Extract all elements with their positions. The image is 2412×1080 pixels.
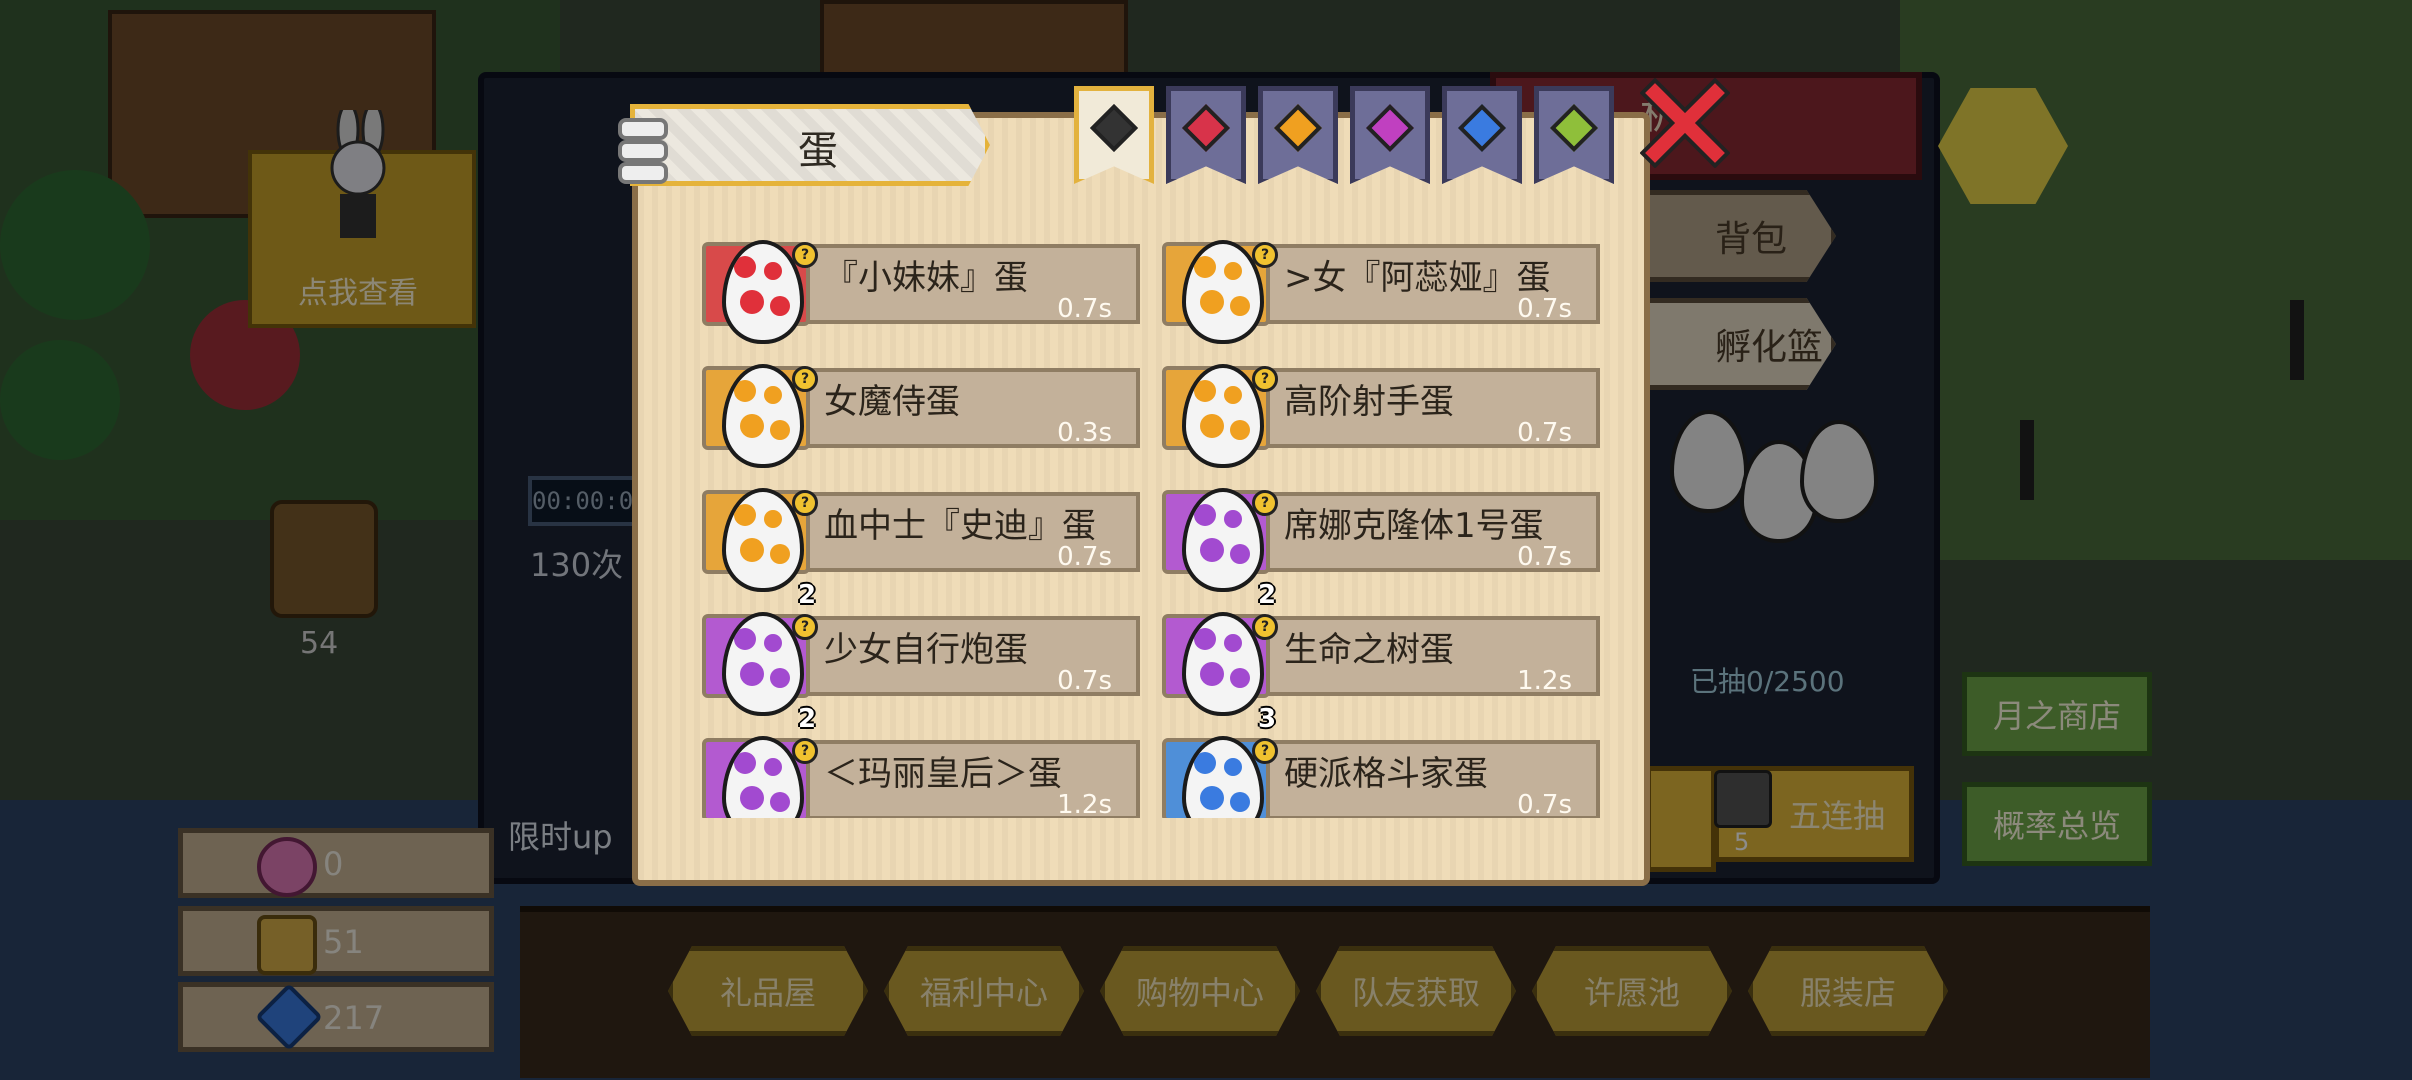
gem-purple-icon bbox=[1365, 103, 1415, 153]
egg-name: 『小妹妹』蛋 bbox=[824, 258, 1028, 298]
egg-list-item[interactable]: ? 『小妹妹』蛋 0.7s bbox=[698, 214, 1144, 344]
egg-icon-frame: ? bbox=[702, 240, 818, 344]
egg-list-item[interactable]: ? 硬派格斗家蛋 0.7s bbox=[1158, 710, 1604, 818]
hatch-time: 0.7s bbox=[1057, 294, 1112, 324]
egg-name: >女『阿蕊娅』蛋 bbox=[1284, 258, 1551, 298]
question-mark-icon[interactable]: ? bbox=[792, 490, 818, 516]
gem-red-icon bbox=[1181, 103, 1231, 153]
gem-green-icon bbox=[1549, 103, 1599, 153]
egg-list-item[interactable]: ? 高阶射手蛋 0.7s bbox=[1158, 338, 1604, 468]
egg-list-item[interactable]: ? 2 少女自行炮蛋 0.7s bbox=[698, 586, 1144, 734]
hatch-time: 0.7s bbox=[1517, 542, 1572, 572]
egg-icon-frame: ? bbox=[702, 364, 818, 468]
egg-list-item[interactable]: ? 女魔侍蛋 0.3s bbox=[698, 338, 1144, 468]
close-icon[interactable] bbox=[1640, 78, 1730, 168]
question-mark-icon[interactable]: ? bbox=[1252, 242, 1278, 268]
egg-name: 席娜克隆体1号蛋 bbox=[1284, 506, 1544, 546]
egg-icon-frame: ?2 bbox=[702, 736, 818, 818]
egg-list-item[interactable]: ? >女『阿蕊娅』蛋 0.7s bbox=[1158, 214, 1604, 344]
egg-name: 女魔侍蛋 bbox=[824, 382, 960, 422]
hatch-time: 0.3s bbox=[1057, 418, 1112, 448]
egg-name: 血中士『史迪』蛋 bbox=[824, 506, 1096, 546]
hatch-time: 0.7s bbox=[1057, 666, 1112, 696]
notebook-coil bbox=[618, 162, 668, 184]
hatch-time: 0.7s bbox=[1057, 542, 1112, 572]
hatch-time: 1.2s bbox=[1057, 790, 1112, 818]
egg-icon-frame: ? bbox=[1162, 736, 1278, 818]
egg-icon-frame: ?2 bbox=[702, 612, 818, 734]
egg-icon-frame: ? bbox=[1162, 364, 1278, 468]
gem-orange-icon bbox=[1273, 103, 1323, 153]
question-mark-icon[interactable]: ? bbox=[792, 614, 818, 640]
question-mark-icon[interactable]: ? bbox=[1252, 738, 1278, 764]
gem-blue-icon bbox=[1457, 103, 1507, 153]
egg-icon-frame: ? bbox=[1162, 240, 1278, 344]
gem-all-icon bbox=[1089, 103, 1139, 153]
egg-name: 高阶射手蛋 bbox=[1284, 382, 1454, 422]
egg-list-item[interactable]: ? 3 生命之树蛋 1.2s bbox=[1158, 586, 1604, 734]
hatch-time: 0.7s bbox=[1517, 790, 1572, 818]
notebook-coil bbox=[618, 140, 668, 162]
egg-icon-frame: ?2 bbox=[702, 488, 818, 610]
question-mark-icon[interactable]: ? bbox=[792, 242, 818, 268]
egg-icon-frame: ? 3 bbox=[1162, 612, 1278, 734]
egg-list-item[interactable]: ? 2 席娜克隆体1号蛋 0.7s bbox=[1158, 462, 1604, 610]
egg-name: 生命之树蛋 bbox=[1284, 630, 1454, 670]
hatch-time: 1.2s bbox=[1517, 666, 1572, 696]
egg-icon-frame: ?2 bbox=[1162, 488, 1278, 610]
question-mark-icon[interactable]: ? bbox=[792, 738, 818, 764]
hatch-time: 0.7s bbox=[1517, 294, 1572, 324]
question-mark-icon[interactable]: ? bbox=[1252, 614, 1278, 640]
egg-list-item[interactable]: ? 2 血中士『史迪』蛋 0.7s bbox=[698, 462, 1144, 610]
egg-name: 少女自行炮蛋 bbox=[824, 630, 1028, 670]
question-mark-icon[interactable]: ? bbox=[1252, 490, 1278, 516]
notebook-coil bbox=[618, 118, 668, 140]
modal-title: 蛋 bbox=[798, 128, 838, 174]
question-mark-icon[interactable]: ? bbox=[1252, 366, 1278, 392]
hatch-time: 0.7s bbox=[1517, 418, 1572, 448]
egg-list-item[interactable]: ?2＜玛丽皇后＞蛋1.2s bbox=[698, 710, 1144, 818]
egg-list: ? 『小妹妹』蛋 0.7s? >女『阿蕊娅』蛋 0.7s? 女魔侍蛋 0.3s? 高阶射手蛋 0… bbox=[698, 214, 1618, 818]
question-mark-icon[interactable]: ? bbox=[792, 366, 818, 392]
egg-name: ＜玛丽皇后＞蛋 bbox=[824, 754, 1062, 794]
egg-name: 硬派格斗家蛋 bbox=[1284, 754, 1488, 794]
